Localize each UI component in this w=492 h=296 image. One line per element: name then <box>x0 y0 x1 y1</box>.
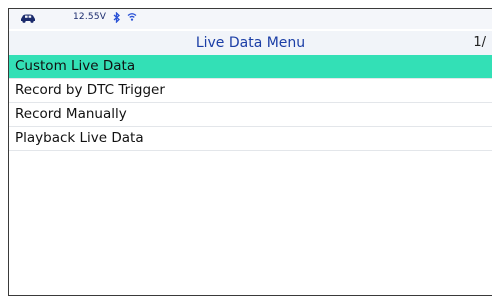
screen-frame: 12.55V Live Data Menu 1/ Custom Live Dat… <box>8 8 492 296</box>
battery-voltage: 12.55V <box>73 12 107 22</box>
menu-item-record-manually[interactable]: Record Manually <box>9 103 492 127</box>
page-title: Live Data Menu <box>195 35 306 51</box>
bluetooth-icon <box>113 12 120 23</box>
status-bar: 12.55V <box>9 9 492 29</box>
page-indicator: 1/ <box>473 35 486 50</box>
menu-item-custom-live-data[interactable]: Custom Live Data <box>9 55 492 79</box>
wifi-icon <box>127 13 137 21</box>
menu-item-playback-live-data[interactable]: Playback Live Data <box>9 127 492 151</box>
menu-item-record-by-dtc-trigger[interactable]: Record by DTC Trigger <box>9 79 492 103</box>
menu-list: Custom Live Data Record by DTC Trigger R… <box>9 55 492 151</box>
car-icon <box>21 14 35 23</box>
title-bar: Live Data Menu 1/ <box>9 31 492 55</box>
